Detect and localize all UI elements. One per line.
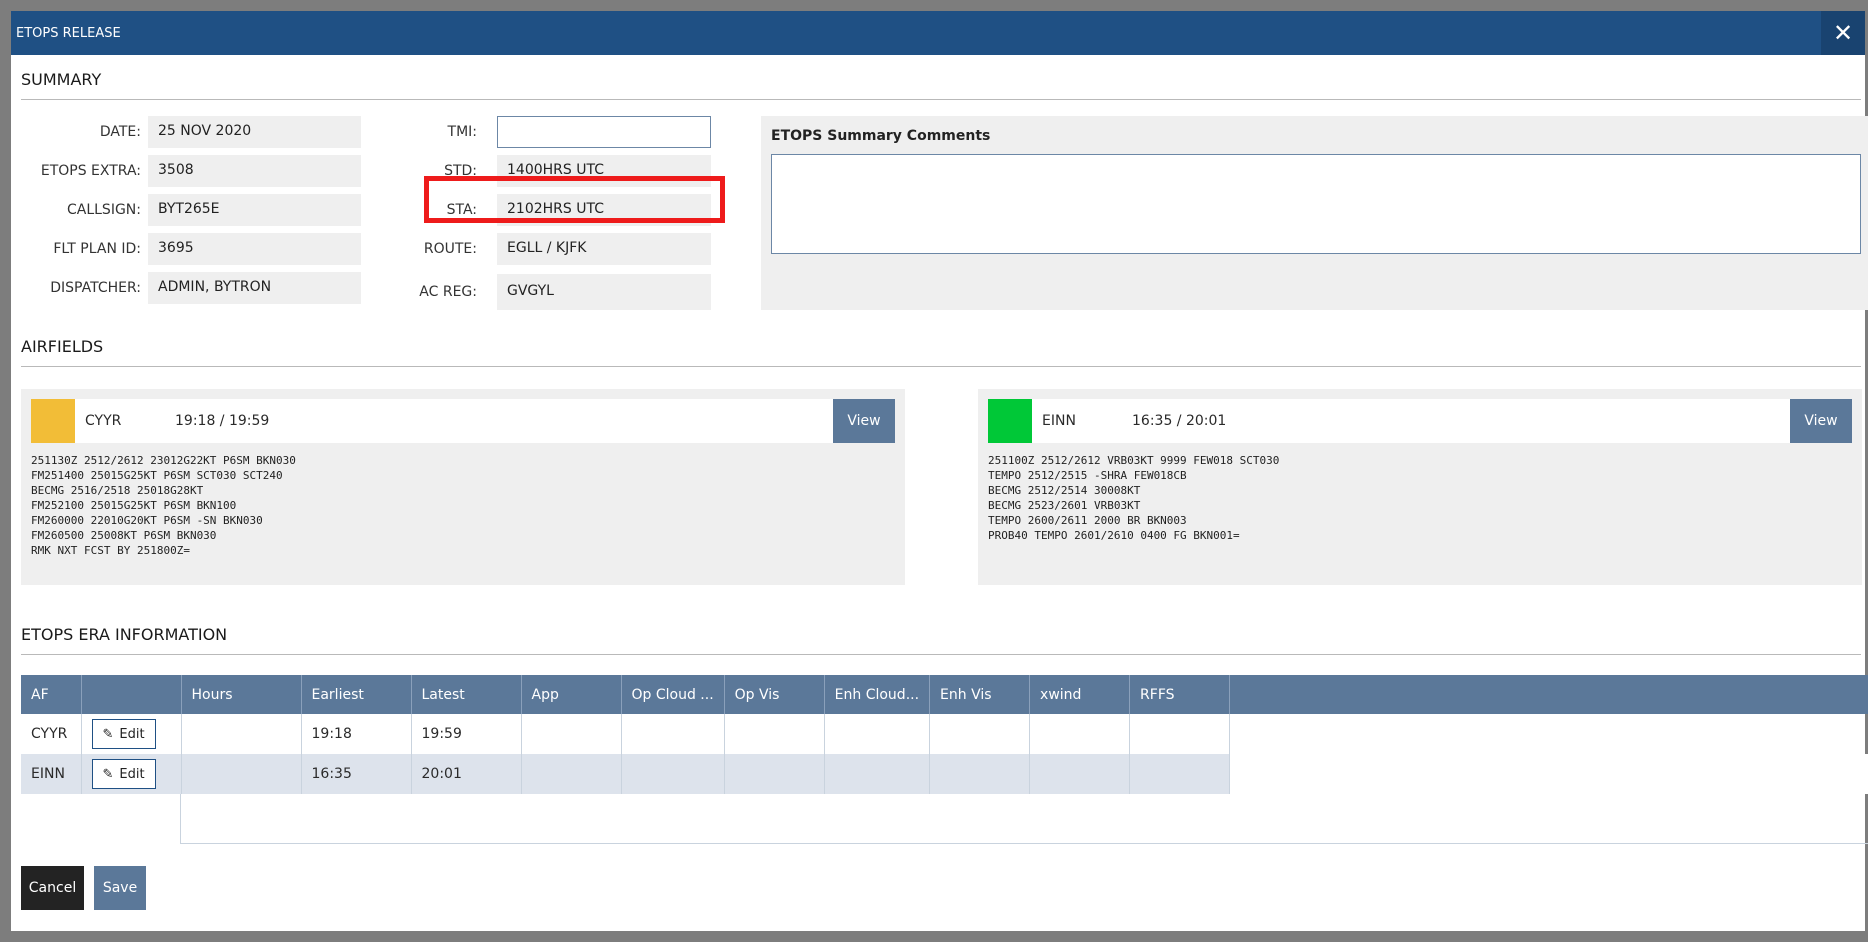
cancel-button[interactable]: Cancel xyxy=(21,866,84,910)
status-swatch xyxy=(31,399,75,443)
column-header[interactable]: Hours xyxy=(181,675,302,714)
cell-app xyxy=(521,754,622,794)
close-icon[interactable]: ✕ xyxy=(1821,11,1865,55)
edit-button[interactable]: ✎ Edit xyxy=(91,759,156,789)
airfield-code: EINN xyxy=(1042,413,1076,429)
etops-release-dialog: ETOPS RELEASE ✕ SUMMARY DATE: 25 NOV 202… xyxy=(11,11,1868,931)
date-label: DATE: xyxy=(99,124,141,140)
cell-op-cloud xyxy=(621,714,725,754)
pencil-icon: ✎ xyxy=(102,726,114,742)
airfield-header: CYYR 19:18 / 19:59 View xyxy=(31,399,895,443)
cell-op-cloud xyxy=(621,754,725,794)
route-value: EGLL / KJFK xyxy=(497,233,711,265)
edit-button[interactable]: ✎ Edit xyxy=(91,719,156,749)
edit-label: Edit xyxy=(119,766,145,782)
cell-latest: 19:59 xyxy=(411,714,522,754)
cell-hours xyxy=(181,754,302,794)
column-header[interactable]: Op Cloud ... xyxy=(621,675,725,714)
cell-earliest: 16:35 xyxy=(301,754,412,794)
tmi-input[interactable] xyxy=(497,116,711,148)
column-header-filler xyxy=(1229,675,1868,714)
route-label: ROUTE: xyxy=(423,241,477,257)
airfield-header: EINN 16:35 / 20:01 View xyxy=(988,399,1852,443)
comments-textarea[interactable] xyxy=(771,154,1861,254)
dialog-content: SUMMARY DATE: 25 NOV 2020 ETOPS EXTRA: 3… xyxy=(11,55,1868,844)
cell-filler xyxy=(1230,714,1868,754)
taf-text: 251100Z 2512/2612 VRB03KT 9999 FEW018 SC… xyxy=(988,454,1280,542)
cell-enh-vis xyxy=(929,714,1031,754)
airfields-section-title: AIRFIELDS xyxy=(21,337,1861,367)
airfield-time: 16:35 / 20:01 xyxy=(1132,413,1227,429)
era-section: AF Hours Earliest Latest App Op Cloud ..… xyxy=(21,675,1868,844)
pencil-icon: ✎ xyxy=(102,766,114,782)
dispatcher-value: ADMIN, BYTRON xyxy=(148,272,361,304)
cell-earliest: 19:18 xyxy=(301,714,412,754)
column-header[interactable]: RFFS xyxy=(1129,675,1231,714)
summary-section: DATE: 25 NOV 2020 ETOPS EXTRA: 3508 CALL… xyxy=(21,100,1868,337)
cell-xwind xyxy=(1029,754,1131,794)
cell-enh-cloud xyxy=(824,714,931,754)
date-value: 25 NOV 2020 xyxy=(148,116,361,148)
cell-af: EINN xyxy=(21,754,82,794)
column-header[interactable]: Op Vis xyxy=(724,675,825,714)
column-header[interactable]: Latest xyxy=(411,675,522,714)
etops-extra-value: 3508 xyxy=(148,155,361,187)
cell-rffs xyxy=(1129,754,1231,794)
cell-enh-cloud xyxy=(824,754,931,794)
ac-reg-value: GVGYL xyxy=(497,274,711,310)
column-header[interactable]: xwind xyxy=(1029,675,1131,714)
table-row: EINN ✎ Edit 16:35 20:01 xyxy=(21,754,1868,794)
cell-xwind xyxy=(1029,714,1131,754)
table-row: CYYR ✎ Edit 19:18 19:59 xyxy=(21,714,1868,754)
column-header[interactable]: Earliest xyxy=(301,675,412,714)
status-swatch xyxy=(988,399,1032,443)
cell-rffs xyxy=(1129,714,1231,754)
flt-plan-id-label: FLT PLAN ID: xyxy=(53,241,141,257)
dispatcher-label: DISPATCHER: xyxy=(50,280,141,296)
tmi-label: TMI: xyxy=(447,124,477,140)
flt-plan-id-value: 3695 xyxy=(148,233,361,265)
table-empty-area xyxy=(180,794,1868,844)
view-button[interactable]: View xyxy=(1790,399,1852,443)
column-header[interactable]: Enh Cloud... xyxy=(824,675,931,714)
era-table: AF Hours Earliest Latest App Op Cloud ..… xyxy=(21,675,1868,794)
airfield-card-einn: EINN 16:35 / 20:01 View 251100Z 2512/261… xyxy=(978,389,1862,585)
comments-panel: ETOPS Summary Comments xyxy=(761,116,1868,310)
cell-enh-vis xyxy=(929,754,1031,794)
save-button[interactable]: Save xyxy=(94,866,146,910)
cell-af: CYYR xyxy=(21,714,82,754)
column-header xyxy=(81,675,182,714)
cell-app xyxy=(521,714,622,754)
ac-reg-label: AC REG: xyxy=(419,284,477,300)
etops-extra-label: ETOPS EXTRA: xyxy=(40,163,141,179)
dialog-title: ETOPS RELEASE xyxy=(16,25,121,41)
airfield-card-cyyr: CYYR 19:18 / 19:59 View 251130Z 2512/261… xyxy=(21,389,905,585)
cell-latest: 20:01 xyxy=(411,754,522,794)
cell-op-vis xyxy=(724,754,825,794)
title-bar: ETOPS RELEASE ✕ xyxy=(11,11,1865,55)
column-header[interactable]: AF xyxy=(21,675,82,714)
cell-op-vis xyxy=(724,714,825,754)
era-section-title: ETOPS ERA INFORMATION xyxy=(21,625,1861,655)
column-header[interactable]: Enh Vis xyxy=(929,675,1031,714)
callsign-label: CALLSIGN: xyxy=(66,202,141,218)
sta-highlight-box xyxy=(424,176,725,223)
dialog-footer: Cancel Save xyxy=(21,866,146,910)
view-button[interactable]: View xyxy=(833,399,895,443)
edit-label: Edit xyxy=(119,726,145,742)
airfields-section: CYYR 19:18 / 19:59 View 251130Z 2512/261… xyxy=(21,367,1865,625)
cell-edit: ✎ Edit xyxy=(81,714,182,754)
cell-edit: ✎ Edit xyxy=(81,754,182,794)
cell-hours xyxy=(181,714,302,754)
airfield-code: CYYR xyxy=(85,413,122,429)
callsign-value: BYT265E xyxy=(148,194,361,226)
cell-filler xyxy=(1229,754,1868,794)
airfield-time: 19:18 / 19:59 xyxy=(175,413,270,429)
comments-label: ETOPS Summary Comments xyxy=(771,128,991,144)
taf-text: 251130Z 2512/2612 23012G22KT P6SM BKN030… xyxy=(31,454,296,557)
table-header-row: AF Hours Earliest Latest App Op Cloud ..… xyxy=(21,675,1868,714)
summary-section-title: SUMMARY xyxy=(21,55,1861,100)
column-header[interactable]: App xyxy=(521,675,622,714)
